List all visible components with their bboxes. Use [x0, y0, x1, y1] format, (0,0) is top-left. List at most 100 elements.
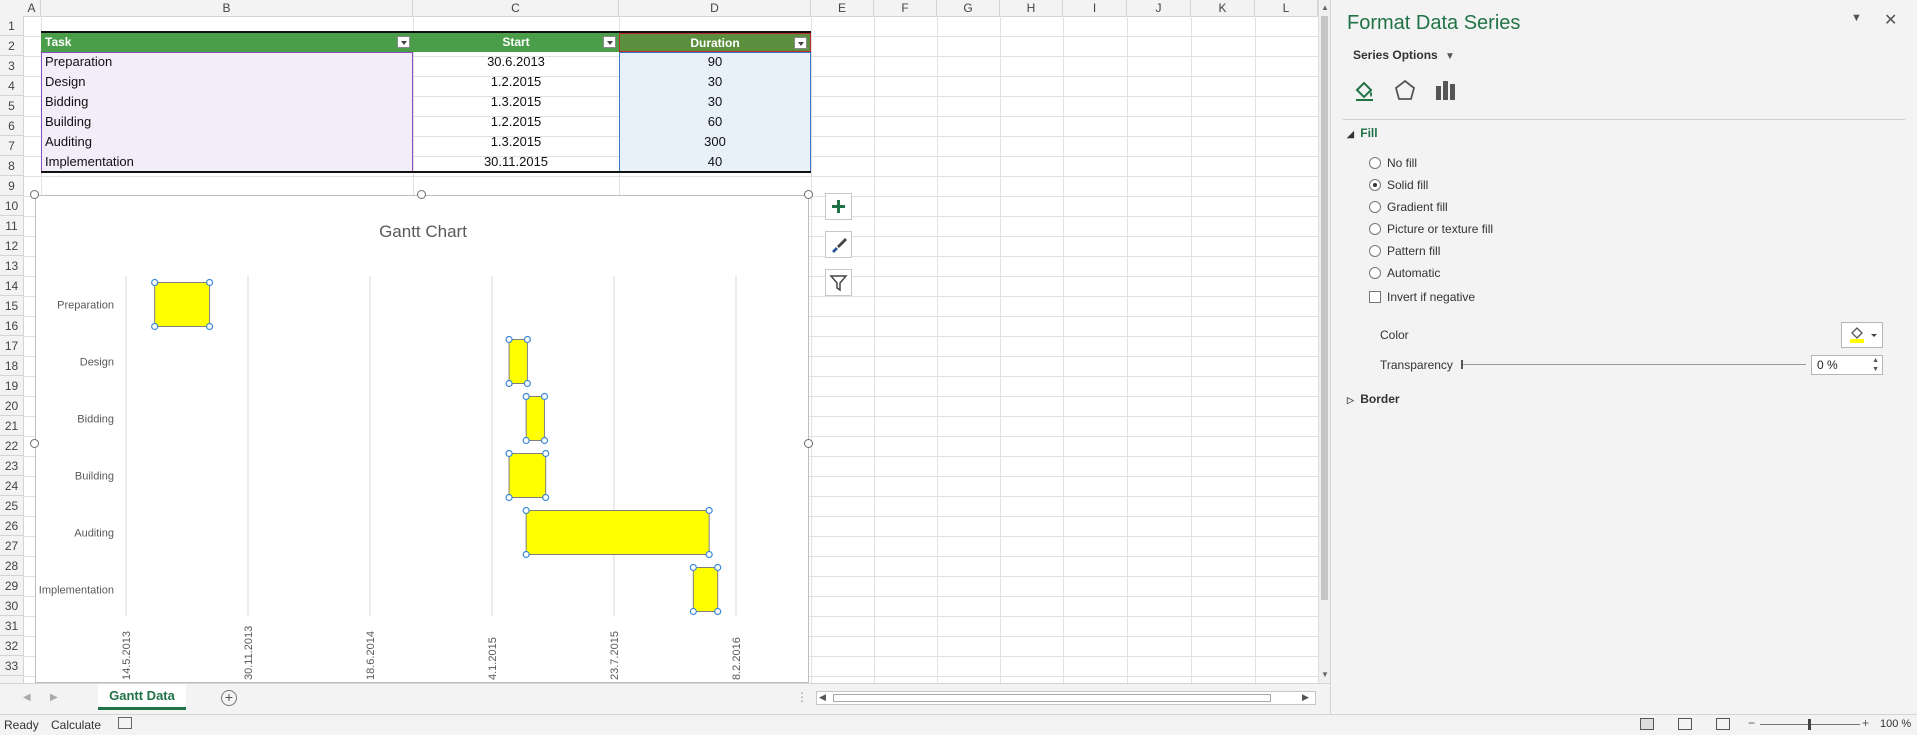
row-header-8[interactable]: 8 — [0, 156, 23, 176]
filter-dropdown-icon[interactable] — [397, 36, 410, 48]
column-header-g[interactable]: G — [937, 0, 1000, 16]
row-header-25[interactable]: 25 — [0, 496, 23, 516]
row-header-4[interactable]: 4 — [0, 76, 23, 96]
row-header-19[interactable]: 19 — [0, 376, 23, 396]
split-handle-icon[interactable]: ⋮ — [796, 690, 808, 704]
cell-task[interactable]: Preparation — [41, 52, 413, 72]
filter-dropdown-icon[interactable] — [603, 36, 616, 48]
chart-elements-button[interactable] — [825, 193, 852, 220]
bar-selection-handle[interactable] — [522, 550, 530, 559]
row-header-10[interactable]: 10 — [0, 196, 23, 216]
bar-selection-handle[interactable] — [540, 392, 549, 401]
radio-button[interactable] — [1369, 267, 1381, 279]
gantt-bar[interactable] — [508, 453, 547, 498]
column-header-c[interactable]: C — [413, 0, 619, 16]
horizontal-scrollbar[interactable]: ◀ ▶ — [816, 691, 1316, 705]
bar-selection-handle[interactable] — [714, 563, 722, 572]
bar-selection-handle[interactable] — [151, 322, 159, 331]
row-header-11[interactable]: 11 — [0, 216, 23, 236]
column-header-b[interactable]: B — [41, 0, 413, 16]
row-header-29[interactable]: 29 — [0, 576, 23, 596]
bar-selection-handle[interactable] — [523, 379, 531, 388]
cell-start[interactable]: 1.3.2015 — [413, 132, 619, 152]
cell-start[interactable]: 30.6.2013 — [413, 52, 619, 72]
cell-task[interactable]: Design — [41, 72, 413, 92]
sheet-tab-gantt-data[interactable]: Gantt Data — [98, 684, 186, 710]
fill-color-picker[interactable] — [1841, 322, 1883, 348]
chart-styles-button[interactable] — [825, 231, 852, 258]
radio-button[interactable] — [1369, 245, 1381, 257]
bar-selection-handle[interactable] — [542, 493, 550, 502]
row-header-32[interactable]: 32 — [0, 636, 23, 656]
row-header-33[interactable]: 33 — [0, 656, 23, 676]
pane-options-chevron-icon[interactable]: ▼ — [1851, 12, 1862, 24]
row-header-31[interactable]: 31 — [0, 616, 23, 636]
transparency-slider[interactable] — [1461, 360, 1806, 369]
radio-button[interactable] — [1369, 201, 1381, 213]
bar-selection-handle[interactable] — [523, 335, 531, 344]
worksheet[interactable]: ABCDEFGHIJKL 1 2 3 4 5 6 7 8 9 10 11 12 13 14 15 16 17 18… — [0, 0, 1318, 683]
cell-duration[interactable]: 40 — [619, 152, 811, 172]
page-break-view-icon[interactable] — [1716, 718, 1730, 730]
row-header-2[interactable]: 2 — [0, 36, 23, 56]
hscroll-thumb[interactable] — [833, 694, 1271, 702]
bar-selection-handle[interactable] — [151, 278, 159, 287]
column-header-e[interactable]: E — [811, 0, 874, 16]
cell-start[interactable]: 1.3.2015 — [413, 92, 619, 112]
chart-resize-handle[interactable] — [30, 190, 39, 199]
fill-line-tab[interactable] — [1351, 76, 1379, 104]
scroll-thumb[interactable] — [1321, 16, 1328, 600]
macro-record-icon[interactable] — [118, 717, 132, 729]
bar-selection-handle[interactable] — [705, 550, 713, 559]
zoom-out-icon[interactable]: − — [1748, 716, 1755, 730]
row-header-13[interactable]: 13 — [0, 256, 23, 276]
border-section-header[interactable]: ▷ Border — [1347, 392, 1400, 406]
bar-selection-handle[interactable] — [505, 335, 513, 344]
bar-selection-handle[interactable] — [505, 379, 513, 388]
cell-duration[interactable]: 30 — [619, 72, 811, 92]
cell-task[interactable]: Building — [41, 112, 413, 132]
chart-resize-handle[interactable] — [804, 190, 813, 199]
close-icon[interactable]: ✕ — [1884, 10, 1897, 30]
row-header-26[interactable]: 26 — [0, 516, 23, 536]
tab-scroll-right-icon[interactable]: ▶ — [50, 692, 58, 703]
row-header-12[interactable]: 12 — [0, 236, 23, 256]
cell-task[interactable]: Implementation — [41, 152, 413, 172]
row-header-15[interactable]: 15 — [0, 296, 23, 316]
cell-task[interactable]: Auditing — [41, 132, 413, 152]
zoom-in-icon[interactable]: + — [1862, 716, 1869, 730]
bar-selection-handle[interactable] — [522, 436, 530, 445]
row-header-18[interactable]: 18 — [0, 356, 23, 376]
row-header-3[interactable]: 3 — [0, 56, 23, 76]
cell-duration[interactable]: 90 — [619, 52, 811, 72]
row-header-7[interactable]: 7 — [0, 136, 23, 156]
hscroll-right-arrow[interactable]: ▶ — [1302, 692, 1309, 703]
bar-selection-handle[interactable] — [505, 493, 513, 502]
row-header-1[interactable]: 1 — [0, 16, 23, 36]
vertical-scrollbar[interactable]: ▲ ▼ — [1318, 0, 1330, 683]
row-header-24[interactable]: 24 — [0, 476, 23, 496]
fill-section-header[interactable]: ◢ Fill — [1347, 126, 1378, 140]
row-header-16[interactable]: 16 — [0, 316, 23, 336]
bar-selection-handle[interactable] — [540, 436, 549, 445]
row-header-30[interactable]: 30 — [0, 596, 23, 616]
row-header-23[interactable]: 23 — [0, 456, 23, 476]
slider-thumb[interactable] — [1461, 360, 1463, 369]
cell-duration[interactable]: 30 — [619, 92, 811, 112]
chart-resize-handle[interactable] — [417, 190, 426, 199]
table-header-start[interactable]: Start — [413, 33, 619, 52]
row-header-20[interactable]: 20 — [0, 396, 23, 416]
radio-button[interactable] — [1369, 179, 1381, 191]
row-header-6[interactable]: 6 — [0, 116, 23, 136]
zoom-level[interactable]: 100 % — [1880, 718, 1911, 730]
chart-resize-handle[interactable] — [804, 439, 813, 448]
gantt-bar[interactable] — [525, 510, 710, 555]
column-header-k[interactable]: K — [1191, 0, 1255, 16]
bar-selection-handle[interactable] — [205, 322, 214, 331]
row-header-5[interactable]: 5 — [0, 96, 23, 116]
bar-selection-handle[interactable] — [505, 449, 513, 458]
spinner-icon[interactable]: ▲ ▼ — [1872, 356, 1879, 374]
normal-view-icon[interactable] — [1640, 718, 1654, 730]
gantt-bar[interactable] — [692, 567, 719, 612]
cell-start[interactable]: 30.11.2015 — [413, 152, 619, 172]
